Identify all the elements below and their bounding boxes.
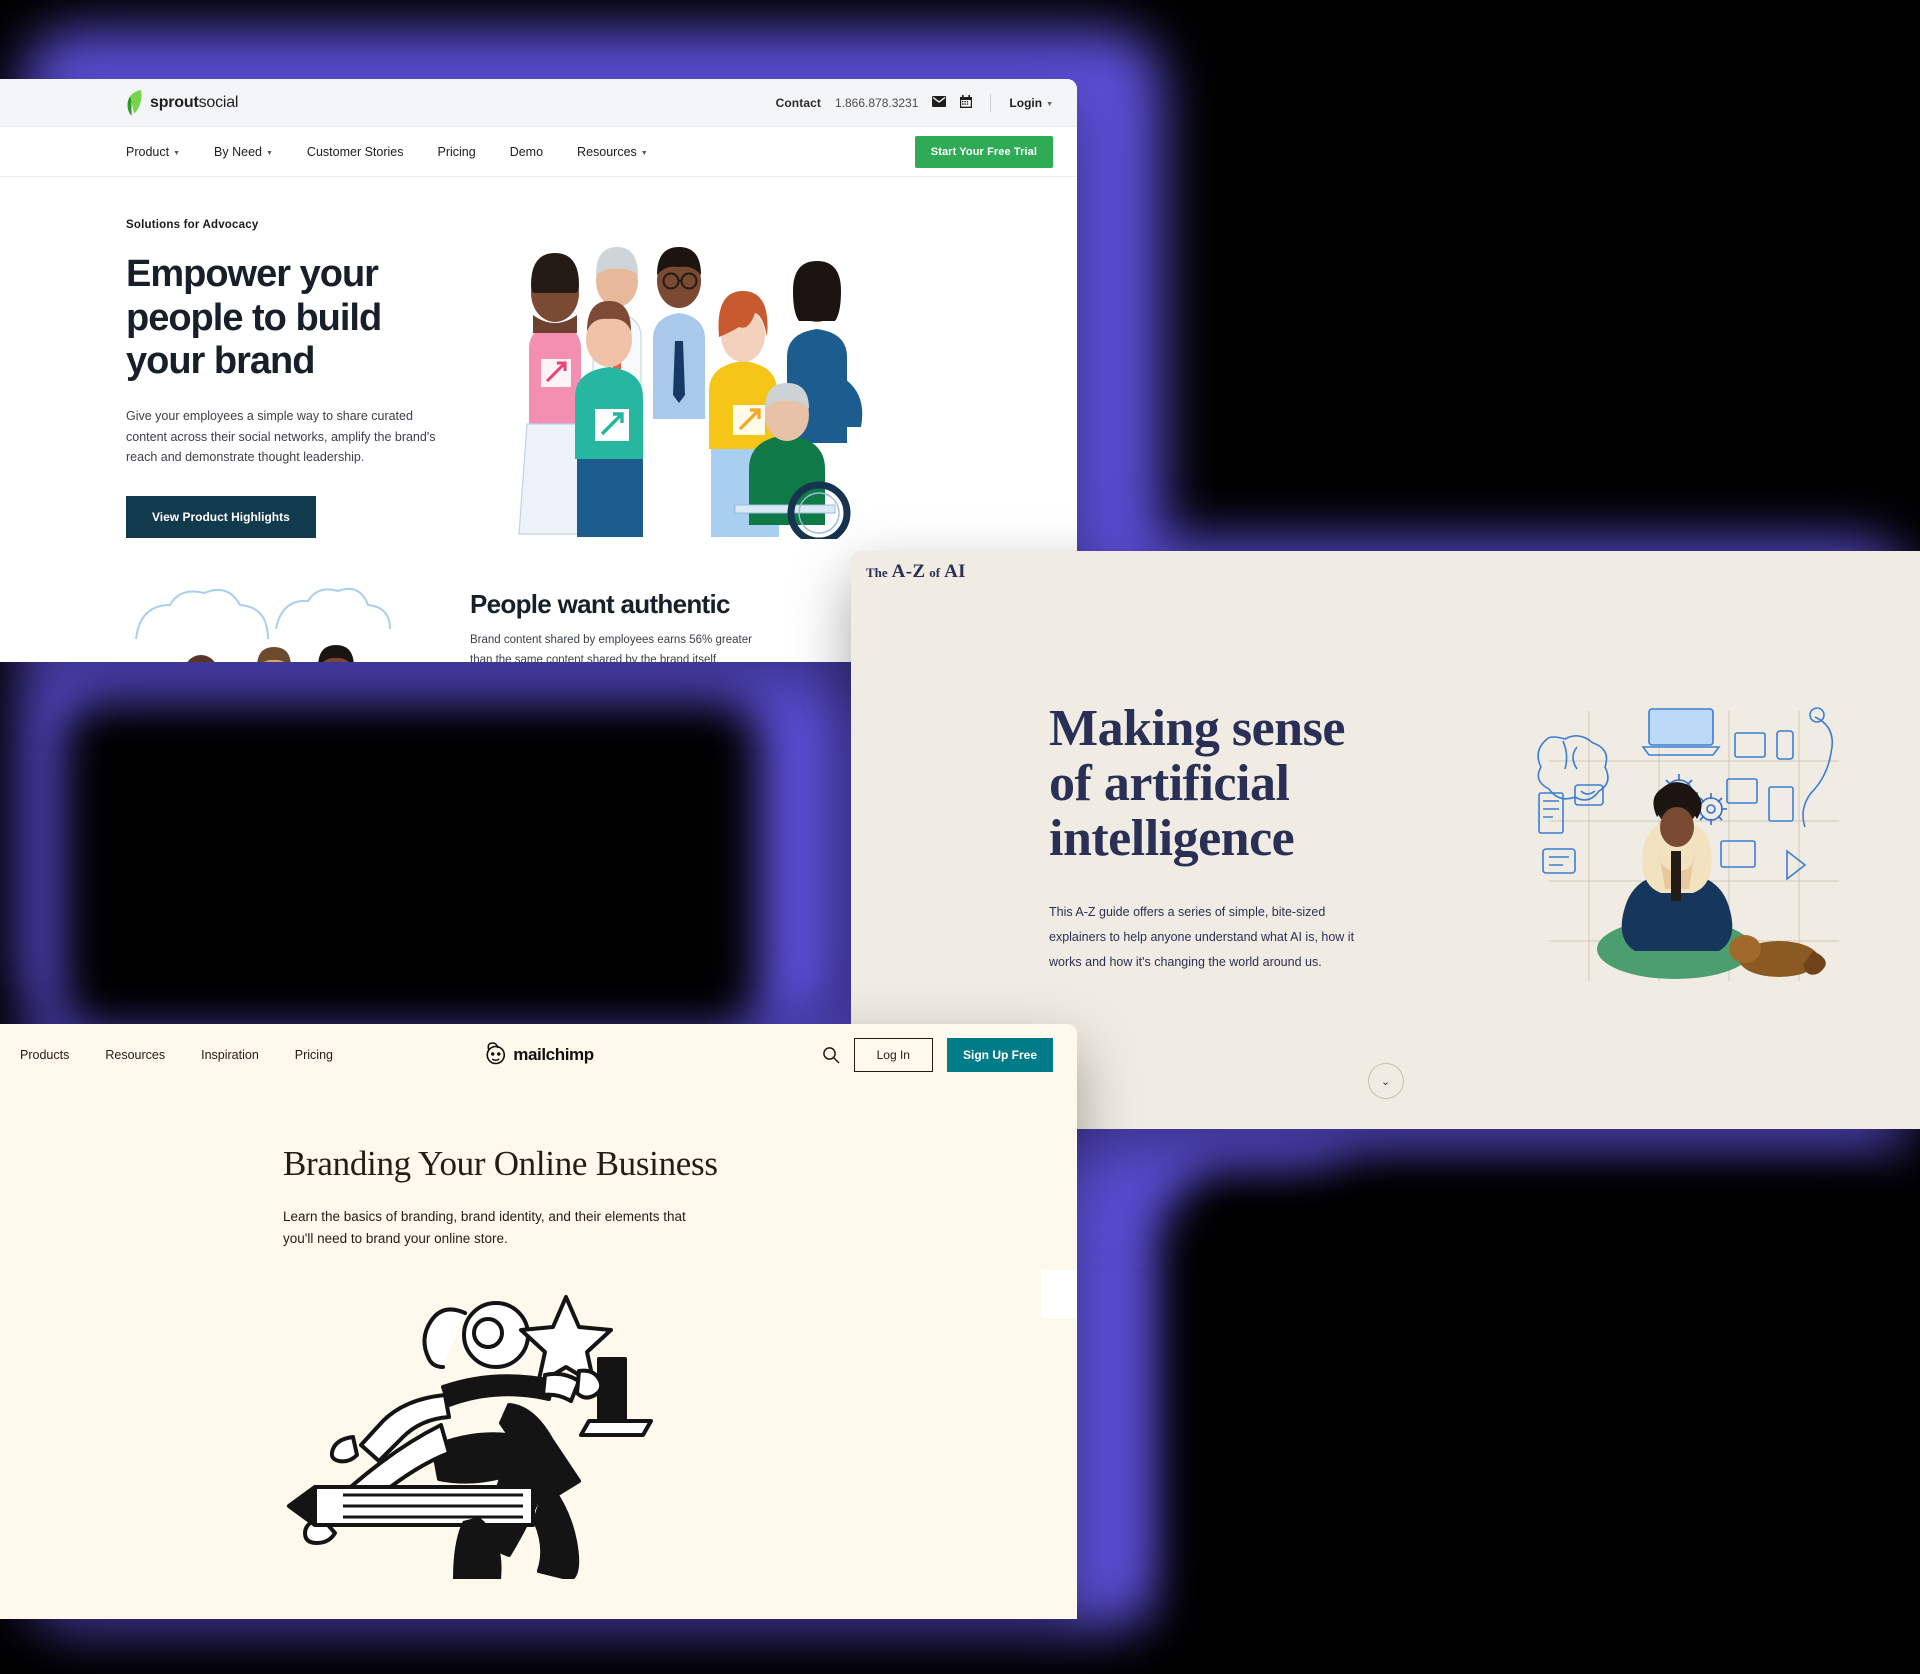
mailchimp-nav: Products Resources Inspiration Pricing m…: [0, 1024, 1077, 1086]
sign-up-free-button[interactable]: Sign Up Free: [946, 1038, 1053, 1072]
page-title: Branding Your Online Business: [283, 1144, 718, 1183]
sidebar-item-customer-stories[interactable]: Customer Stories: [307, 145, 404, 159]
sidebar-item-pricing[interactable]: Pricing: [295, 1048, 333, 1062]
az-paragraph: This A-Z guide offers a series of simple…: [1049, 900, 1389, 975]
page-title: Making sense of artificial intelligence: [1049, 701, 1449, 866]
paragraph-line-1: This A-Z guide offers a series of simple…: [1049, 905, 1326, 920]
sprout-logo[interactable]: sproutsocial: [126, 89, 238, 117]
az-hero-copy: Making sense of artificial intelligence …: [1049, 701, 1449, 996]
phone-number[interactable]: 1.866.878.3231: [835, 96, 918, 110]
calendar-icon[interactable]: [960, 95, 973, 110]
sprout-leaf-icon: [126, 89, 142, 117]
title-line-1: Making sense: [1049, 700, 1345, 757]
title-line-1: Empower your: [126, 253, 379, 295]
title-line-3: your brand: [126, 340, 315, 383]
brand-word-ai: AI: [944, 561, 966, 582]
chevron-down-icon: ▼: [265, 149, 273, 157]
chevron-down-icon: ▼: [640, 149, 648, 157]
title-line-2: of artificial: [1049, 755, 1290, 813]
sprout-utility-right: Contact 1.866.878.3231 Login ▼: [776, 93, 1053, 112]
sprout-secondary-copy: People want authentic Brand content shar…: [470, 579, 752, 662]
mailchimp-website-card: Products Resources Inspiration Pricing m…: [0, 1024, 1077, 1619]
secondary-paragraph: Brand content shared by employees earns …: [470, 630, 752, 662]
sprout-hero-copy: Solutions for Advocacy Empower your peop…: [126, 219, 471, 544]
secondary-heading: People want authentic: [470, 589, 730, 619]
hero-eyebrow: Solutions for Advocacy: [126, 219, 259, 231]
mailchimp-monkey-icon: [483, 1041, 507, 1070]
mailchimp-hero-illustration: [283, 1279, 683, 1582]
sidebar-item-resources[interactable]: Resources ▼: [577, 145, 648, 159]
sprout-logo-light: social: [198, 93, 239, 111]
sidebar-item-products[interactable]: Products: [20, 1048, 69, 1062]
chevron-down-icon: ▼: [173, 149, 181, 157]
sprout-hero: Solutions for Advocacy Empower your peop…: [0, 177, 1077, 545]
sprout-logo-text: sproutsocial: [150, 94, 238, 112]
mailchimp-nav-actions: Log In Sign Up Free: [822, 1038, 1053, 1072]
scroll-down-button[interactable]: ⌄: [1367, 1063, 1404, 1099]
title-line-2: people to build: [126, 296, 382, 339]
sprout-utility-bar: sproutsocial Contact 1.866.878.3231 Logi…: [0, 79, 1077, 127]
paragraph-line-3: works and how it's changing the world ar…: [1049, 955, 1322, 970]
brand-word-the: The: [866, 565, 888, 580]
az-brand-logo[interactable]: The A-Z of AI: [866, 561, 966, 583]
login-label: Login: [1009, 95, 1043, 110]
mailchimp-logo-text: mailchimp: [513, 1045, 594, 1064]
sprout-secondary-illustration: [126, 579, 456, 662]
nav-label: Product: [126, 144, 170, 159]
log-in-button[interactable]: Log In: [853, 1038, 933, 1072]
view-product-highlights-button[interactable]: View Product Highlights: [126, 495, 316, 538]
backdrop-cutout-right: [1180, 1170, 1900, 1640]
sidebar-item-inspiration[interactable]: Inspiration: [201, 1048, 259, 1062]
contact-label[interactable]: Contact: [776, 96, 821, 110]
sidebar-item-product[interactable]: Product ▼: [126, 145, 180, 159]
paragraph-line-2: explainers to help anyone understand wha…: [1049, 930, 1355, 945]
search-icon[interactable]: [822, 1046, 840, 1064]
chevron-down-icon: ⌄: [1380, 1075, 1391, 1088]
nav-label: Resources: [577, 144, 637, 159]
secondary-paragraph-line-2: than the same content shared by the bran…: [470, 654, 720, 662]
utility-divider: [990, 93, 992, 112]
secondary-paragraph-line-1: Brand content shared by employees earns …: [470, 634, 752, 646]
mailchimp-paragraph: Learn the basics of branding, brand iden…: [283, 1206, 783, 1249]
page-title: Empower your people to build your brand: [126, 253, 471, 384]
envelope-icon[interactable]: [932, 96, 947, 109]
title-line-3: intelligence: [1049, 810, 1295, 868]
mailchimp-hero: Branding Your Online Business Learn the …: [0, 1086, 1077, 1582]
sidebar-item-by-need[interactable]: By Need ▼: [214, 145, 273, 159]
sidebar-item-resources[interactable]: Resources: [105, 1048, 165, 1062]
brand-word-of: of: [929, 565, 941, 580]
sidebar-item-demo[interactable]: Demo: [510, 145, 543, 159]
paragraph-line-2: you'll need to brand your online store.: [283, 1230, 508, 1246]
hero-subtitle: Give your employees a simple way to shar…: [126, 409, 436, 465]
sidebar-item-pricing[interactable]: Pricing: [437, 145, 475, 159]
sprout-hero-illustration: [497, 219, 927, 545]
nav-label: By Need: [214, 144, 262, 159]
mailchimp-logo[interactable]: mailchimp: [483, 1041, 594, 1070]
login-menu[interactable]: Login ▼: [1009, 96, 1053, 110]
brand-word-az: A-Z: [891, 561, 926, 582]
chevron-down-icon: ▼: [1046, 100, 1053, 108]
white-overlap-sliver: [1041, 1270, 1077, 1318]
start-free-trial-button[interactable]: Start Your Free Trial: [914, 135, 1053, 168]
sprout-main-nav: Product ▼ By Need ▼ Customer Stories Prici…: [0, 127, 1077, 177]
screenshot-stage: sproutsocial Contact 1.866.878.3231 Logi…: [0, 0, 1920, 1674]
sprout-logo-bold: sprout: [150, 93, 199, 111]
paragraph-line-1: Learn the basics of branding, brand iden…: [283, 1209, 686, 1224]
az-hero-illustration: [1529, 701, 1859, 996]
backdrop-cutout-left: [60, 700, 760, 1030]
az-hero: Making sense of artificial intelligence …: [851, 551, 1920, 996]
